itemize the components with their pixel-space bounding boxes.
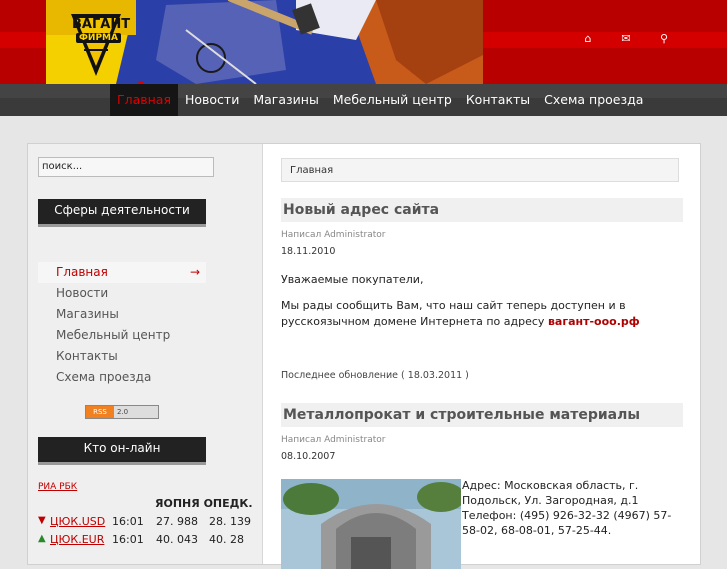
sidebar-item-label: Новости	[56, 286, 109, 300]
home-icon[interactable]: ⌂	[580, 31, 596, 47]
sidebar-item-directions[interactable]: Схема проезда	[38, 367, 206, 388]
rate-time: 16:01	[112, 515, 144, 528]
rates-col1-header: ЯОПНЯ	[155, 497, 200, 510]
rate-time: 16:01	[112, 533, 144, 546]
ria-rbk-link[interactable]: РИА РБК	[38, 482, 77, 492]
main-nav: Главная Новости Магазины Мебельный центр…	[110, 84, 650, 116]
sidebar-item-label: Магазины	[56, 307, 119, 321]
rate-value-2: 40. 28	[209, 533, 244, 546]
nav-item-contacts[interactable]: Контакты	[459, 84, 537, 116]
article-updated: Последнее обновление ( 18.03.2011 )	[281, 370, 469, 381]
rate-name-link[interactable]: ЦЮК.USD	[50, 515, 105, 528]
page-container: поиск... Сферы деятельности Главная → Нов…	[27, 143, 701, 569]
article-date: 08.10.2007	[281, 451, 336, 462]
sidebar-item-home[interactable]: Главная →	[38, 262, 206, 283]
article-author: Написал Administrator	[281, 435, 386, 445]
nav-item-furniture-center[interactable]: Мебельный центр	[326, 84, 459, 116]
rate-name-link[interactable]: ЦЮК.EUR	[50, 533, 104, 546]
article-date: 18.11.2010	[281, 246, 336, 257]
sidebar-item-label: Контакты	[56, 349, 118, 363]
sidebar-item-label: Мебельный центр	[56, 328, 171, 342]
warehouse-image	[281, 479, 461, 569]
search-input[interactable]: поиск...	[38, 157, 214, 177]
rss-badge[interactable]: RSS 2.0	[85, 405, 159, 419]
breadcrumb: Главная	[281, 158, 679, 182]
logo-text: ВАГАНТ	[72, 17, 131, 32]
sidebar-item-furniture-center[interactable]: Мебельный центр	[38, 325, 206, 346]
rate-value-1: 27. 988	[156, 515, 198, 528]
article-author: Написал Administrator	[281, 230, 386, 240]
rate-value-1: 40. 043	[156, 533, 198, 546]
warehouse-photo	[281, 479, 461, 569]
rates-header: ЯОПНЯ ОПЕДК.	[155, 497, 253, 510]
sidebar: поиск... Сферы деятельности Главная → Нов…	[28, 144, 263, 564]
nav-item-news[interactable]: Новости	[178, 84, 246, 116]
mail-icon[interactable]: ✉	[618, 31, 634, 47]
rss-version: 2.0	[114, 406, 158, 418]
nav-item-home[interactable]: Главная	[110, 84, 178, 116]
header-icons: ⌂ ✉ ⚲	[580, 31, 672, 47]
down-arrow-icon: ▼	[38, 515, 46, 526]
rates-col2-header: ОПЕДК.	[203, 497, 253, 510]
sidebar-item-news[interactable]: Новости	[38, 283, 206, 304]
up-arrow-icon: ▲	[38, 533, 46, 544]
site-address-link[interactable]: вагант-ооо.рф	[548, 315, 640, 328]
article-body: Мы рады сообщить Вам, что наш сайт тепер…	[281, 298, 681, 330]
sidebar-item-label: Главная	[56, 265, 108, 279]
article-greeting: Уважаемые покупатели,	[281, 273, 424, 286]
article-title[interactable]: Новый адрес сайта	[281, 198, 683, 222]
spheres-heading: Сферы деятельности	[38, 199, 206, 227]
store-address: Адрес: Московская область, г. Подольск, …	[462, 479, 672, 537]
online-heading: Кто он-лайн	[38, 437, 206, 465]
rss-label: RSS	[86, 406, 114, 418]
sidebar-item-contacts[interactable]: Контакты	[38, 346, 206, 367]
search-icon[interactable]: ⚲	[656, 31, 672, 47]
rate-value-2: 28. 139	[209, 515, 251, 528]
nav-item-directions[interactable]: Схема проезда	[537, 84, 650, 116]
header-banner: ВАГАНТ ФИРМА	[46, 0, 483, 84]
arrow-right-icon: →	[189, 265, 200, 279]
sidebar-item-shops[interactable]: Магазины	[38, 304, 206, 325]
sidebar-item-label: Схема проезда	[56, 370, 152, 384]
sidebar-menu: Главная → Новости Магазины Мебельный цент…	[38, 262, 206, 388]
logo-subtext: ФИРМА	[76, 33, 121, 43]
nav-item-shops[interactable]: Магазины	[246, 84, 326, 116]
article-title[interactable]: Металлопрокат и строительные материалы	[281, 403, 683, 427]
